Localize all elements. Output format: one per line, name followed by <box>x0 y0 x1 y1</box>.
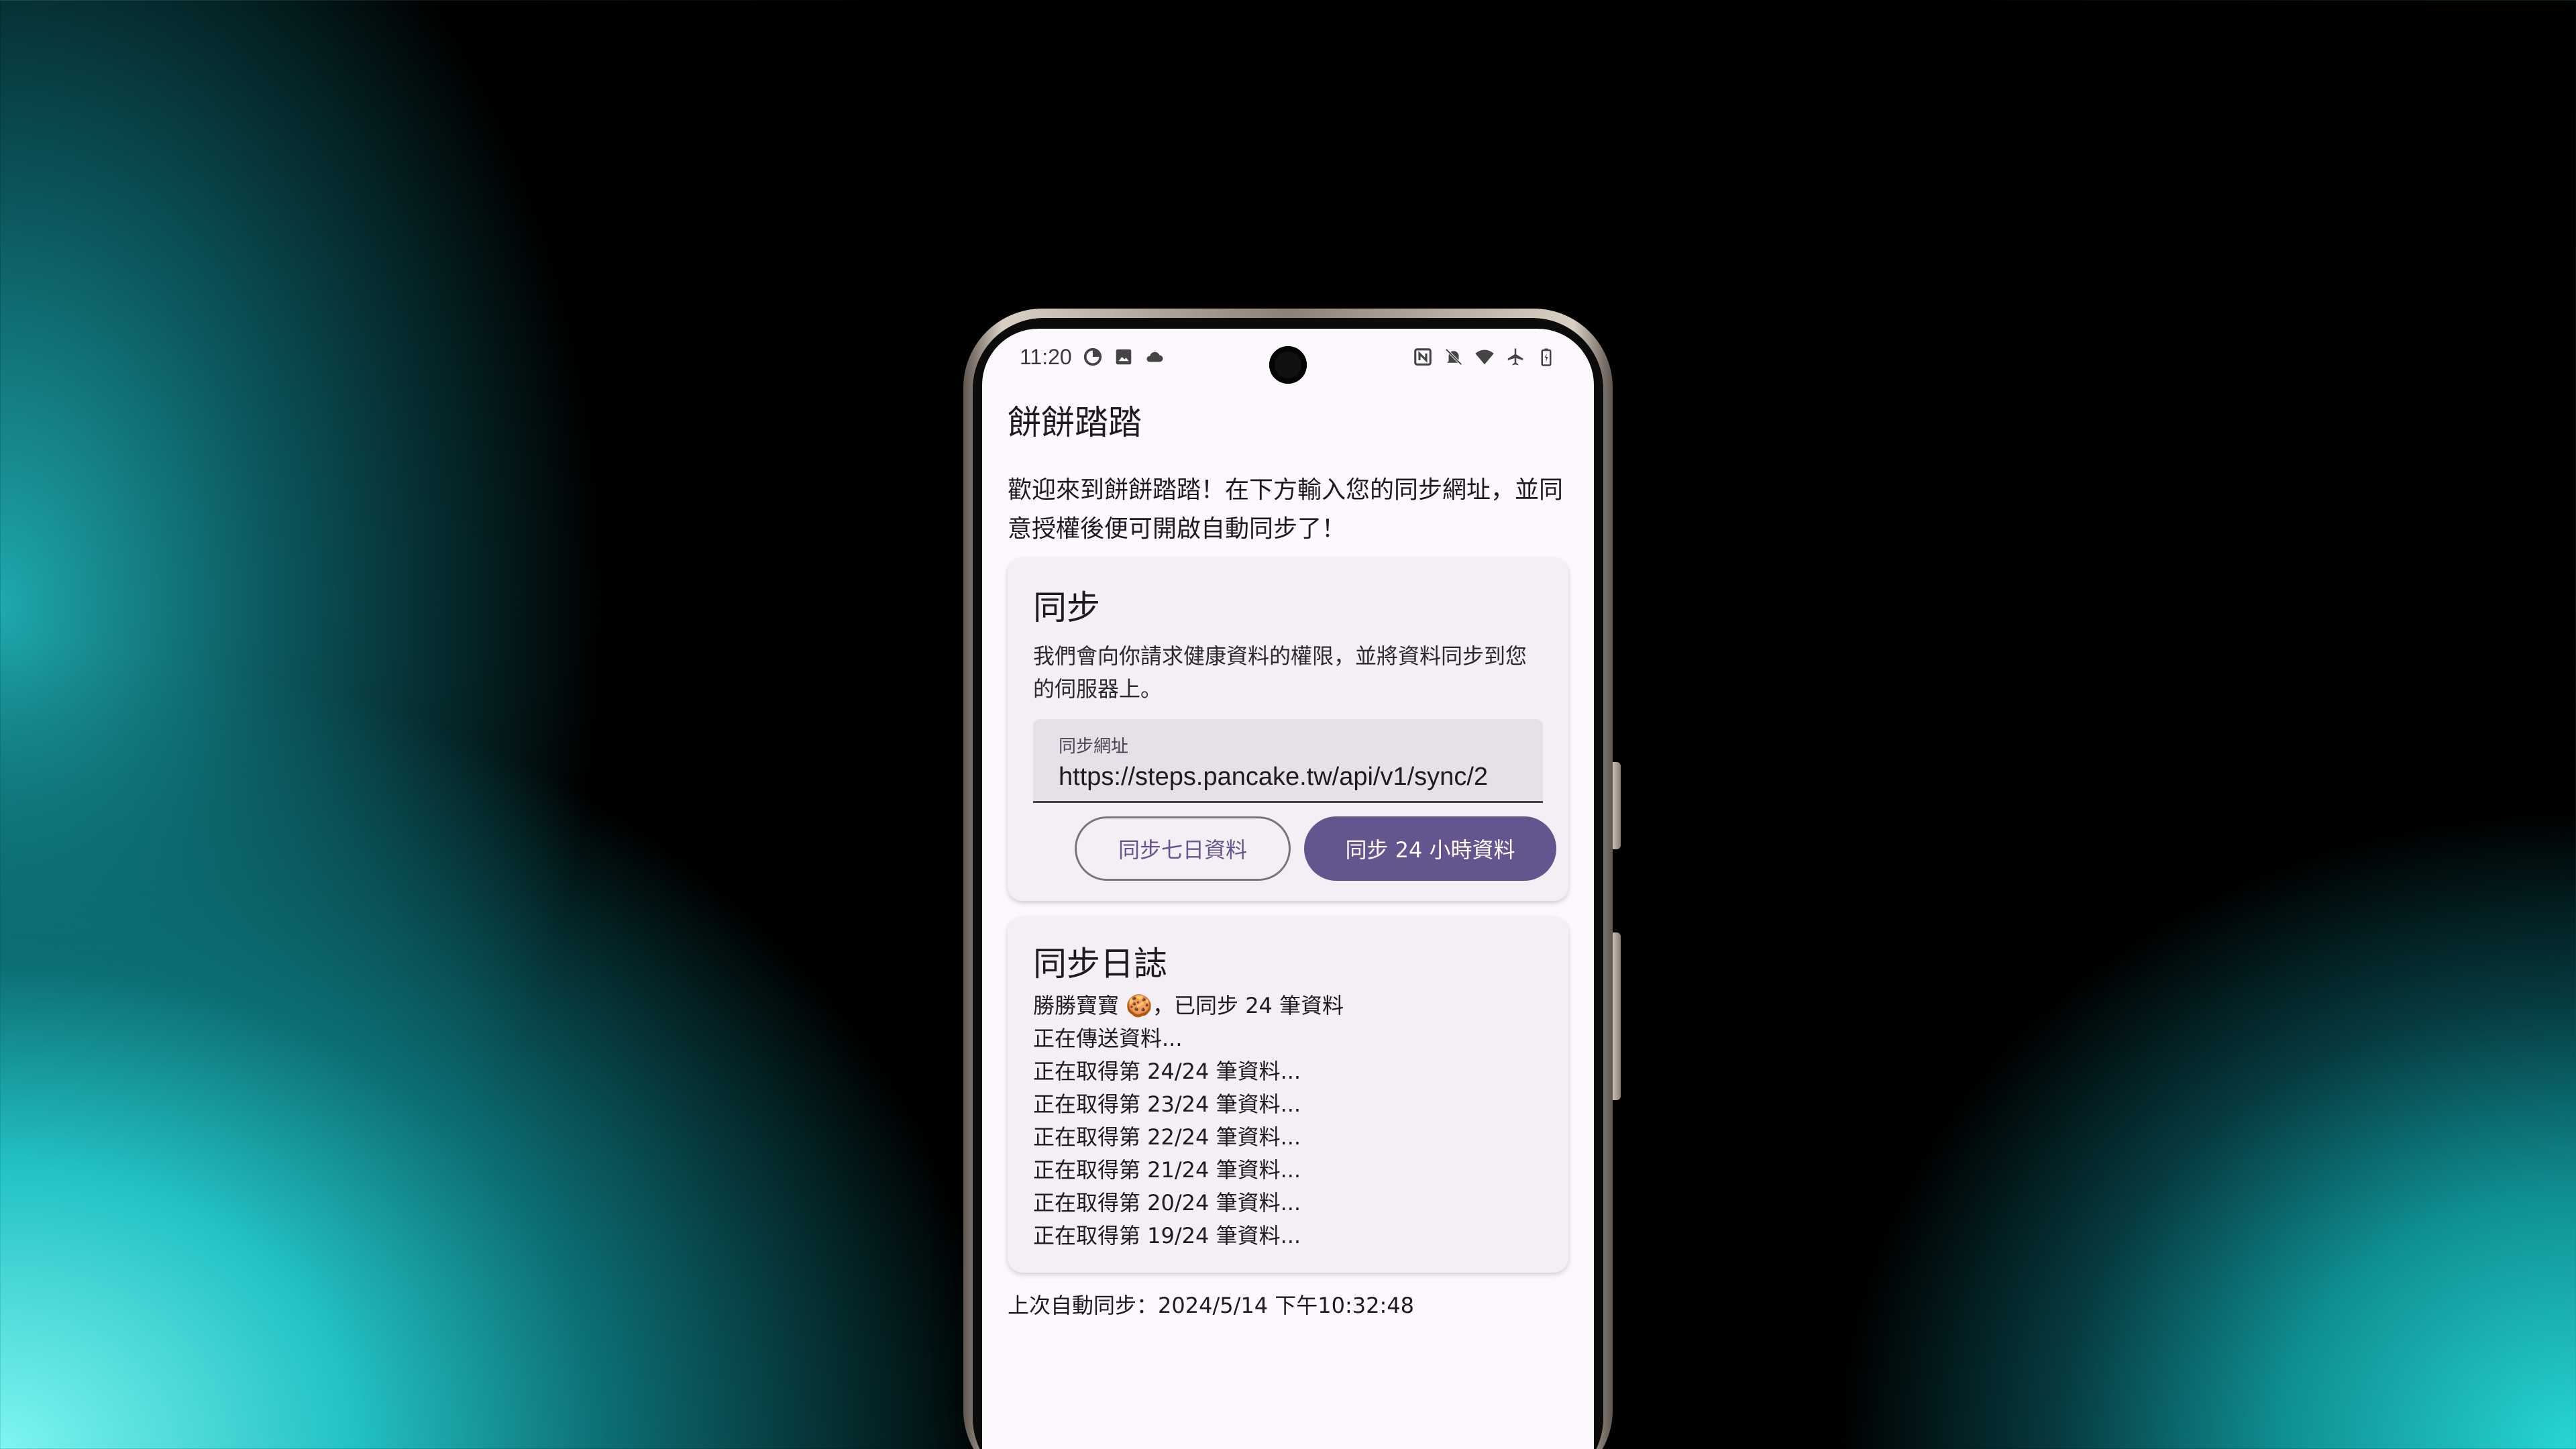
sync-button-row: 同步七日資料 同步 24 小時資料 <box>1033 816 1556 881</box>
power-button <box>1613 932 1621 1100</box>
airplane-icon <box>1507 348 1523 366</box>
sync-url-field[interactable]: 同步網址 https://steps.pancake.tw/api/v1/syn… <box>1033 719 1543 803</box>
status-time: 11:20 <box>1020 344 1072 369</box>
log-line: 正在取得第 19/24 筆資料... <box>1033 1223 1301 1248</box>
data-saver-icon <box>1083 347 1102 366</box>
volume-button <box>1613 762 1621 849</box>
sync-card-title: 同步 <box>1033 588 1100 627</box>
log-line: 正在取得第 23/24 筆資料... <box>1033 1091 1301 1117</box>
sync-7-days-button[interactable]: 同步七日資料 <box>1075 816 1291 881</box>
intro-text: 歡迎來到餅餅踏踏！在下方輸入您的同步網址，並同意授權後便可開啟自動同步了！ <box>1008 476 1564 543</box>
sync-24-hours-button[interactable]: 同步 24 小時資料 <box>1304 816 1556 881</box>
log-line: 正在取得第 20/24 筆資料... <box>1033 1190 1301 1216</box>
nfc-icon <box>1414 348 1432 366</box>
cloud-icon <box>1146 352 1163 362</box>
wifi-icon <box>1475 350 1494 365</box>
log-line: 正在取得第 24/24 筆資料... <box>1033 1059 1301 1084</box>
sync-url-input[interactable]: https://steps.pancake.tw/api/v1/sync/2 <box>1059 763 1519 792</box>
bell-off-icon <box>1445 348 1462 366</box>
last-sync-text: 上次自動同步：2024/5/14 下午10:32:48 <box>1008 1293 1414 1318</box>
app-content: 餅餅踏踏 歡迎來到餅餅踏踏！在下方輸入您的同步網址，並同意授權後便可開啟自動同步… <box>1008 396 1568 1320</box>
battery-icon <box>1541 348 1552 366</box>
phone-screen: 11:20 餅餅踏踏 歡迎來到餅餅踏踏！在下方輸入您的同步網址，並同意授權後便可… <box>982 329 1594 1449</box>
sync-card: 同步 我們會向你請求健康資料的權限，並將資料同步到您的伺服器上。 同步網址 ht… <box>1008 558 1568 901</box>
image-icon <box>1116 349 1131 365</box>
status-bar: 11:20 <box>1020 342 1556 372</box>
log-line: 勝勝寶寶 🍪，已同步 24 筆資料 <box>1033 993 1344 1018</box>
log-line: 正在取得第 22/24 筆資料... <box>1033 1124 1301 1150</box>
sync-log-card: 同步日誌 勝勝寶寶 🍪，已同步 24 筆資料 正在傳送資料... 正在取得第 2… <box>1008 917 1568 1273</box>
log-line: 正在傳送資料... <box>1033 1026 1183 1051</box>
log-line: 正在取得第 21/24 筆資料... <box>1033 1157 1301 1183</box>
page-title: 餅餅踏踏 <box>1008 403 1142 442</box>
sync-url-label: 同步網址 <box>1059 737 1129 757</box>
sync-log-title: 同步日誌 <box>1033 945 1167 983</box>
sync-card-description: 我們會向你請求健康資料的權限，並將資料同步到您的伺服器上。 <box>1033 643 1527 702</box>
